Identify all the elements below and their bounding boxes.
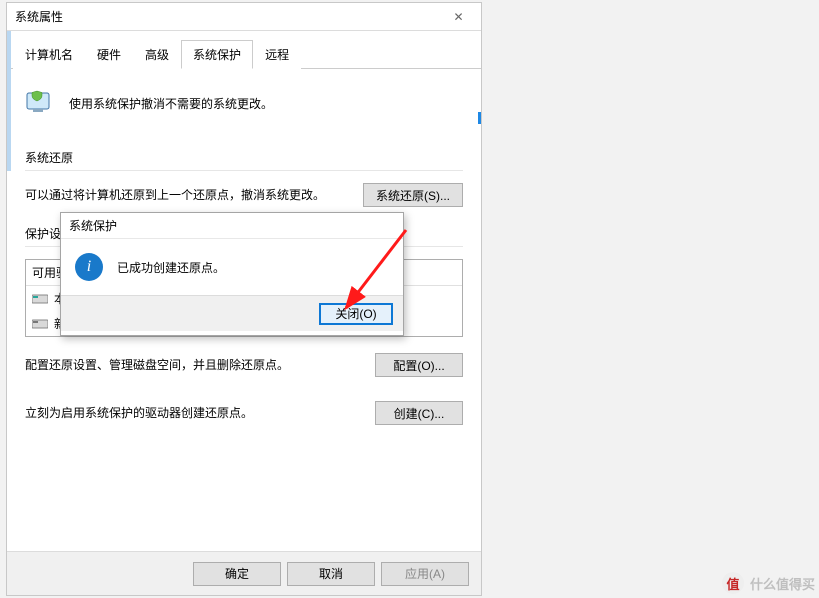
tab-advanced[interactable]: 高级 bbox=[133, 40, 181, 69]
restore-description: 可以通过将计算机还原到上一个还原点，撤消系统更改。 bbox=[25, 186, 363, 204]
close-button[interactable]: ✕ bbox=[436, 3, 481, 31]
dialog-footer: 确定 取消 应用(A) bbox=[7, 551, 481, 595]
watermark-icon: 值 bbox=[722, 572, 744, 594]
tab-strip: 计算机名 硬件 高级 系统保护 远程 bbox=[7, 31, 481, 69]
system-restore-group: 系统还原 可以通过将计算机还原到上一个还原点，撤消系统更改。 系统还原(S)..… bbox=[25, 149, 463, 207]
section-title-restore: 系统还原 bbox=[25, 149, 463, 171]
watermark: 值 什么值得买 bbox=[722, 572, 815, 594]
dialog-title: 系统保护 bbox=[61, 213, 403, 239]
create-description: 立刻为启用系统保护的驱动器创建还原点。 bbox=[25, 404, 375, 422]
configure-button[interactable]: 配置(O)... bbox=[375, 353, 463, 377]
system-restore-button[interactable]: 系统还原(S)... bbox=[363, 183, 463, 207]
right-highlight-dot bbox=[478, 112, 481, 124]
intro-text: 使用系统保护撤消不需要的系统更改。 bbox=[69, 95, 273, 112]
confirmation-dialog: 系统保护 i 已成功创建还原点。 关闭(O) bbox=[60, 212, 404, 336]
configure-description: 配置还原设置、管理磁盘空间，并且删除还原点。 bbox=[25, 356, 375, 374]
tab-computer-name[interactable]: 计算机名 bbox=[13, 40, 85, 69]
titlebar: 系统属性 ✕ bbox=[7, 3, 481, 31]
create-button[interactable]: 创建(C)... bbox=[375, 401, 463, 425]
cancel-button[interactable]: 取消 bbox=[287, 562, 375, 586]
ok-button[interactable]: 确定 bbox=[193, 562, 281, 586]
apply-button[interactable]: 应用(A) bbox=[381, 562, 469, 586]
dialog-close-button[interactable]: 关闭(O) bbox=[319, 303, 393, 325]
drive-icon bbox=[32, 293, 48, 305]
drive-icon bbox=[32, 318, 48, 330]
shield-monitor-icon bbox=[25, 87, 57, 119]
close-icon: ✕ bbox=[453, 10, 463, 24]
intro-row: 使用系统保护撤消不需要的系统更改。 bbox=[25, 87, 463, 119]
tab-hardware[interactable]: 硬件 bbox=[85, 40, 133, 69]
watermark-text: 什么值得买 bbox=[750, 574, 815, 593]
tab-remote[interactable]: 远程 bbox=[253, 40, 301, 69]
tab-system-protection[interactable]: 系统保护 bbox=[181, 40, 253, 69]
dialog-message: 已成功创建还原点。 bbox=[117, 259, 225, 276]
info-icon: i bbox=[75, 253, 103, 281]
window-title: 系统属性 bbox=[15, 8, 436, 25]
left-highlight-strip bbox=[7, 31, 11, 171]
